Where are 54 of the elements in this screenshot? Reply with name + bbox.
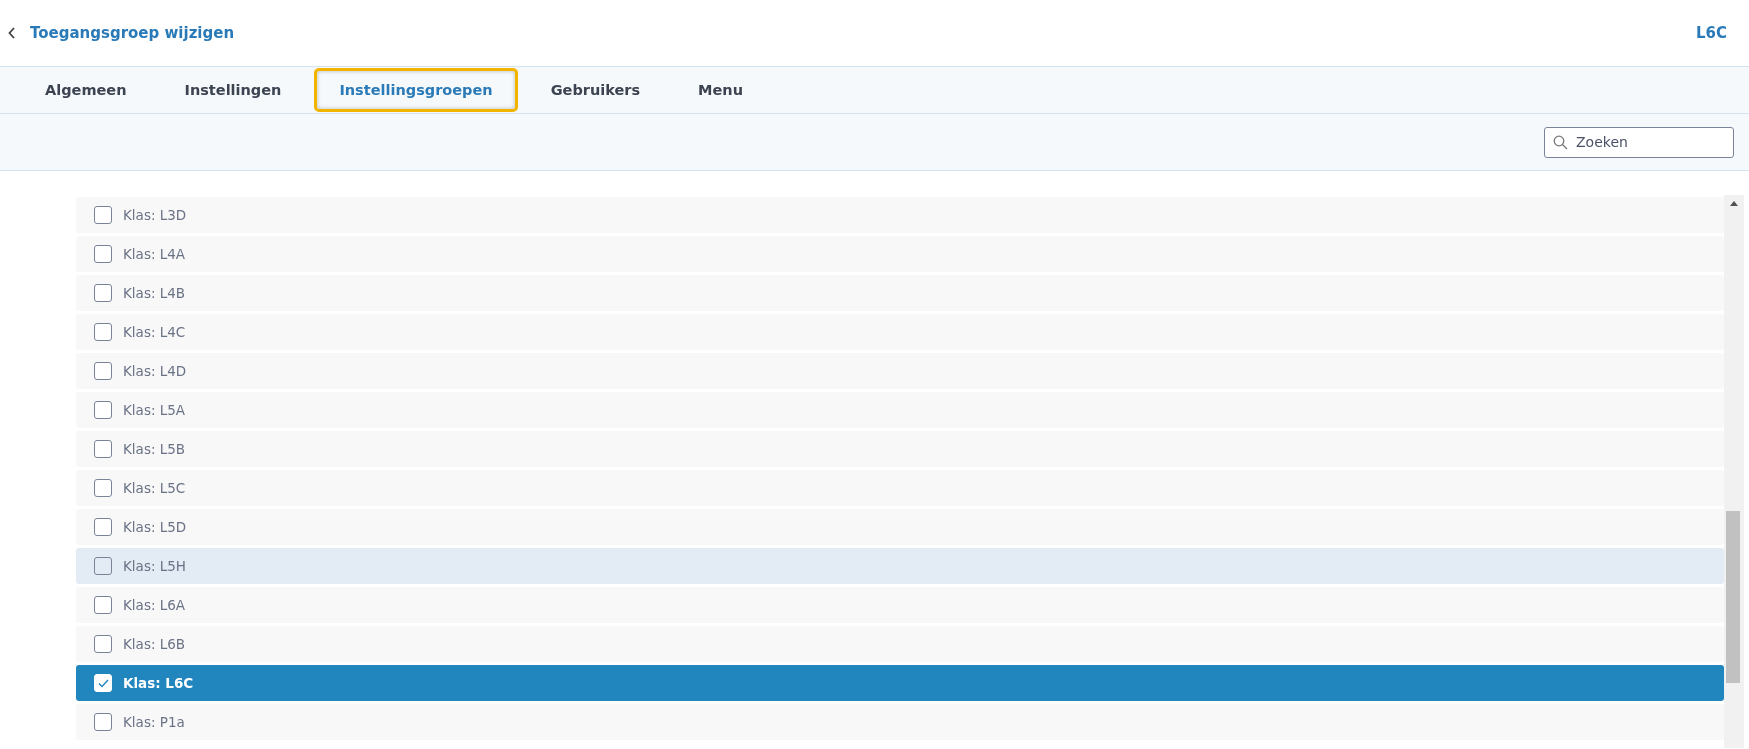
list-item[interactable]: Klas: P1a [76,704,1724,740]
back-link[interactable]: Toegangsgroep wijzigen [8,24,235,42]
tab[interactable]: Menu [673,68,768,112]
checkbox[interactable] [94,635,112,653]
checkbox[interactable] [94,245,112,263]
checkbox[interactable] [94,323,112,341]
scrollbar[interactable] [1724,195,1744,748]
chevron-left-icon [8,27,16,39]
context-label: L6C [1696,24,1727,42]
list-item[interactable]: Klas: L4A [76,236,1724,272]
item-label: Klas: L5B [123,441,186,457]
checkmark-icon [97,678,109,688]
list-item[interactable]: Klas: L5D [76,509,1724,545]
scroll-up-icon[interactable] [1730,201,1738,206]
item-label: Klas: L4C [123,324,186,340]
checkbox[interactable] [94,362,112,380]
scrollbar-thumb[interactable] [1726,511,1740,683]
list-item[interactable]: Klas: L4C [76,314,1724,350]
tab[interactable]: Algemeen [20,68,152,112]
item-label: Klas: L6B [123,636,186,652]
list-item[interactable]: Klas: L4D [76,353,1724,389]
checkbox[interactable] [94,557,112,575]
item-label: Klas: L6C [123,675,194,691]
list-item[interactable]: Klas: L6A [76,587,1724,623]
item-label: Klas: L5H [123,558,186,574]
item-label: Klas: L5D [123,519,187,535]
list-item[interactable]: Klas: L6C [76,665,1724,701]
list-item[interactable]: Klas: L5B [76,431,1724,467]
item-label: Klas: L4D [123,363,187,379]
checkbox[interactable] [94,401,112,419]
list-item[interactable]: Klas: L5C [76,470,1724,506]
checkbox[interactable] [94,596,112,614]
checkbox[interactable] [94,284,112,302]
list-item[interactable]: Klas: L5H [76,548,1724,584]
item-label: Klas: L5A [123,402,186,418]
checkbox[interactable] [94,518,112,536]
item-label: Klas: L3D [123,207,187,223]
tab[interactable]: Instellingen [159,68,307,112]
search-field[interactable]: Zoeken [1544,126,1734,158]
item-label: Klas: L4A [123,246,186,262]
item-label: Klas: L5C [123,480,186,496]
list-item[interactable]: Klas: L5A [76,392,1724,428]
checkbox[interactable] [94,440,112,458]
list-item[interactable]: Klas: L4B [76,275,1724,311]
tab[interactable]: Instellingsgroepen [314,68,518,112]
list-item[interactable]: Klas: L6B [76,626,1724,662]
item-label: Klas: L6A [123,597,186,613]
item-label: Klas: P1a [123,714,185,730]
checkbox[interactable] [94,206,112,224]
item-label: Klas: L4B [123,285,186,301]
checkbox[interactable] [94,713,112,731]
list-item[interactable]: Klas: L3D [76,197,1724,233]
checkbox[interactable] [94,479,112,497]
tab[interactable]: Gebruikers [525,68,666,112]
